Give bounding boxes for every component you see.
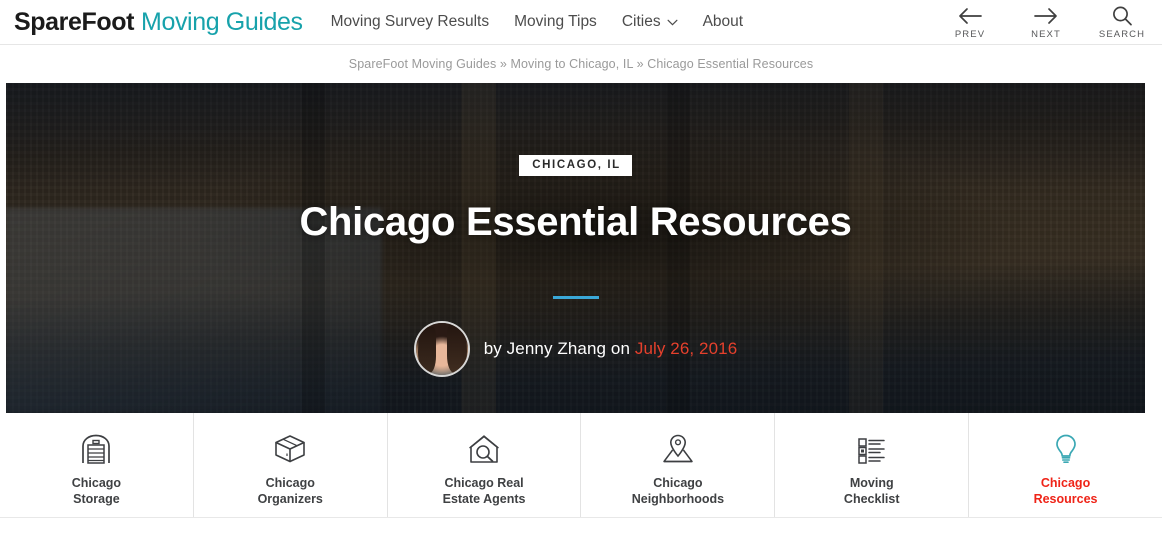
logo-text-primary: SpareFoot — [14, 7, 135, 36]
map-pin-icon — [660, 429, 696, 465]
tile-label: Moving Checklist — [843, 475, 900, 506]
tile-label: Chicago Organizers — [257, 475, 323, 506]
tile-chicago-resources[interactable]: Chicago Resources — [969, 413, 1162, 517]
page-title: Chicago Essential Resources — [299, 199, 852, 244]
tile-chicago-organizers[interactable]: Chicago Organizers — [194, 413, 388, 517]
lightbulb-icon — [1051, 429, 1081, 465]
tile-label: Chicago Resources — [1033, 475, 1098, 506]
tile-label: Chicago Neighborhoods — [631, 475, 725, 506]
nav-label: Moving Tips — [514, 13, 597, 30]
hero-banner: CHICAGO, IL Chicago Essential Resources … — [6, 83, 1145, 413]
search-button[interactable]: SEARCH — [1098, 6, 1146, 40]
next-label: NEXT — [1031, 28, 1061, 40]
nav-item-about[interactable]: About — [703, 13, 744, 31]
nav-label: About — [702, 13, 744, 30]
prev-button[interactable]: PREV — [946, 6, 994, 40]
tile-moving-checklist[interactable]: Moving Checklist — [775, 413, 970, 517]
primary-navigation: Moving Survey Results Moving Tips Cities… — [331, 13, 744, 31]
checklist-icon — [855, 429, 889, 465]
nav-label: Moving Survey Results — [330, 13, 490, 30]
breadcrumb-bar: SpareFoot Moving Guides » Moving to Chic… — [0, 45, 1162, 83]
logo-text-secondary: Moving Guides — [141, 7, 303, 36]
tile-label: Chicago Real Estate Agents — [442, 475, 526, 506]
site-logo[interactable]: SpareFoot Moving Guides — [14, 7, 303, 36]
tile-chicago-neighborhoods[interactable]: Chicago Neighborhoods — [581, 413, 776, 517]
avatar-hair-right — [446, 325, 467, 374]
byline: by Jenny Zhang on July 26, 2016 — [413, 321, 738, 378]
storage-unit-icon — [79, 429, 113, 465]
status-badge[interactable]: CHICAGO, IL — [519, 155, 632, 176]
next-button[interactable]: NEXT — [1022, 6, 1070, 40]
house-search-icon — [467, 429, 501, 465]
category-tile-strip: Chicago Storage Chicago Organizers Chica… — [0, 413, 1162, 518]
tile-chicago-real-estate-agents[interactable]: Chicago Real Estate Agents — [388, 413, 582, 517]
search-icon — [1111, 6, 1133, 26]
byline-text: by Jenny Zhang on July 26, 2016 — [484, 339, 738, 359]
prev-label: PREV — [954, 28, 986, 40]
avatar — [413, 321, 470, 378]
breadcrumb[interactable]: SpareFoot Moving Guides » Moving to Chic… — [349, 57, 813, 71]
nav-label: Cities — [621, 13, 661, 30]
nav-item-moving-survey-results[interactable]: Moving Survey Results — [331, 13, 490, 31]
moving-box-icon — [272, 429, 308, 465]
avatar-hair-left — [417, 327, 436, 374]
title-divider — [552, 296, 599, 300]
nav-item-cities[interactable]: Cities — [622, 13, 678, 31]
byline-date: July 26, 2016 — [634, 339, 738, 359]
page-body-area — [0, 518, 1162, 542]
arrow-right-icon — [1033, 6, 1059, 26]
byline-author: by Jenny Zhang on — [483, 339, 631, 359]
arrow-left-icon — [957, 6, 983, 26]
tile-label: Chicago Storage — [71, 475, 122, 506]
chevron-down-icon — [667, 19, 678, 26]
site-header: SpareFoot Moving Guides Moving Survey Re… — [0, 0, 1162, 45]
search-label: SEARCH — [1098, 28, 1146, 40]
header-tools: PREV NEXT SEARCH — [946, 0, 1146, 45]
tile-chicago-storage[interactable]: Chicago Storage — [0, 413, 194, 517]
nav-item-moving-tips[interactable]: Moving Tips — [514, 13, 597, 31]
hero-content: CHICAGO, IL Chicago Essential Resources … — [6, 83, 1145, 413]
